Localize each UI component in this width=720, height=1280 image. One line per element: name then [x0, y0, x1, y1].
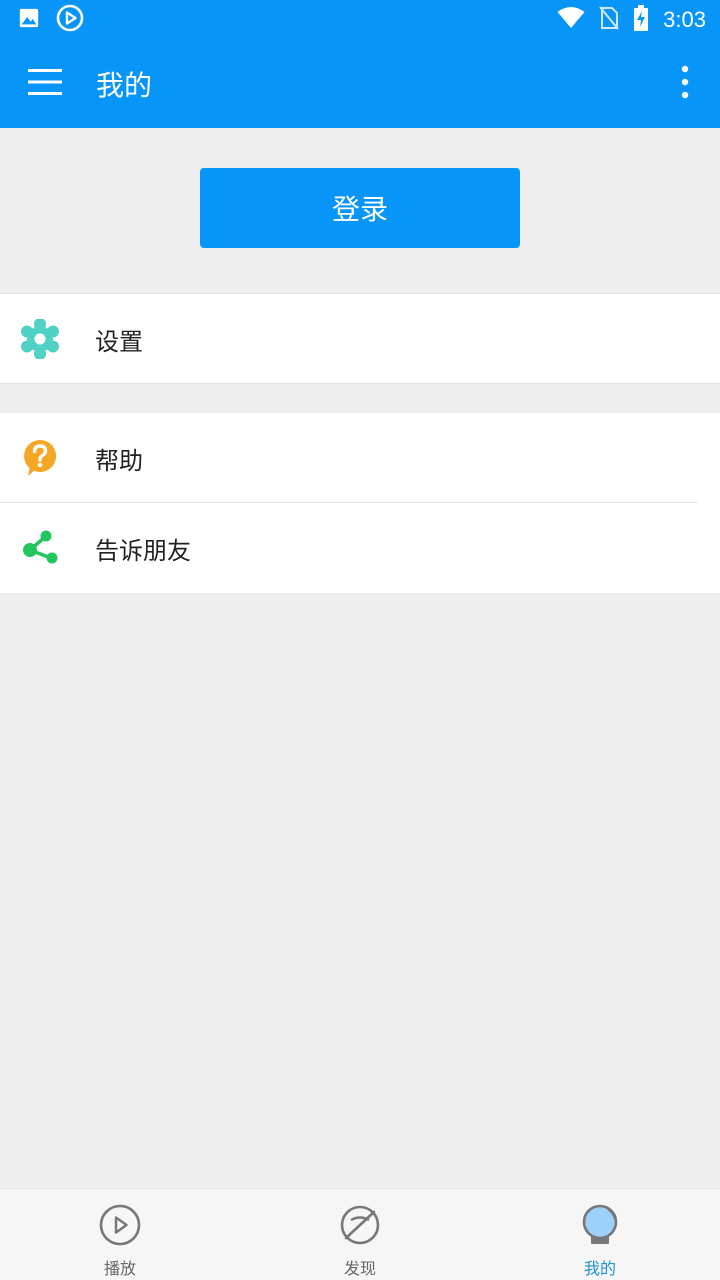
list-item-share[interactable]: 告诉朋友	[0, 503, 720, 593]
nav-item-discover[interactable]: 发现	[240, 1189, 480, 1280]
status-bar: 3:03	[0, 0, 720, 40]
discover-icon	[338, 1203, 382, 1251]
share-icon	[0, 503, 80, 593]
more-vert-icon	[681, 65, 689, 103]
menu-icon	[27, 67, 63, 101]
wifi-icon	[557, 7, 585, 33]
gear-icon	[0, 294, 80, 384]
battery-charging-icon	[633, 5, 649, 35]
list-item-label: 告诉朋友	[95, 536, 191, 565]
list-item-label: 设置	[95, 327, 143, 356]
more-options-button[interactable]	[650, 40, 720, 128]
login-area: 登录	[0, 128, 720, 293]
screen: 3:03 我的 登录 设置 帮助 告诉朋友 播放 发现 我的	[0, 0, 720, 1280]
image-icon	[18, 7, 40, 33]
page-title: 我的	[96, 69, 153, 102]
menu-button[interactable]	[0, 40, 90, 128]
nav-label: 播放	[103, 1259, 136, 1278]
list-item-settings[interactable]: 设置	[0, 294, 720, 384]
bottom-nav: 播放 发现 我的	[0, 1188, 720, 1280]
nav-item-mine[interactable]: 我的	[480, 1189, 720, 1280]
nav-label: 我的	[583, 1259, 616, 1278]
list-item-label: 帮助	[95, 446, 143, 475]
help-icon	[0, 413, 80, 503]
no-sim-icon	[599, 6, 619, 34]
play-circle-icon	[98, 1203, 142, 1251]
user-icon	[578, 1203, 622, 1251]
status-time: 3:03	[663, 7, 706, 32]
list-item-help[interactable]: 帮助	[0, 413, 720, 503]
login-button[interactable]: 登录	[200, 168, 520, 248]
play-circle-icon	[56, 4, 84, 36]
app-bar: 我的	[0, 40, 720, 128]
settings-group: 设置	[0, 293, 720, 384]
nav-item-play[interactable]: 播放	[0, 1189, 240, 1280]
nav-label: 发现	[343, 1259, 376, 1278]
help-share-group: 帮助 告诉朋友	[0, 413, 720, 593]
